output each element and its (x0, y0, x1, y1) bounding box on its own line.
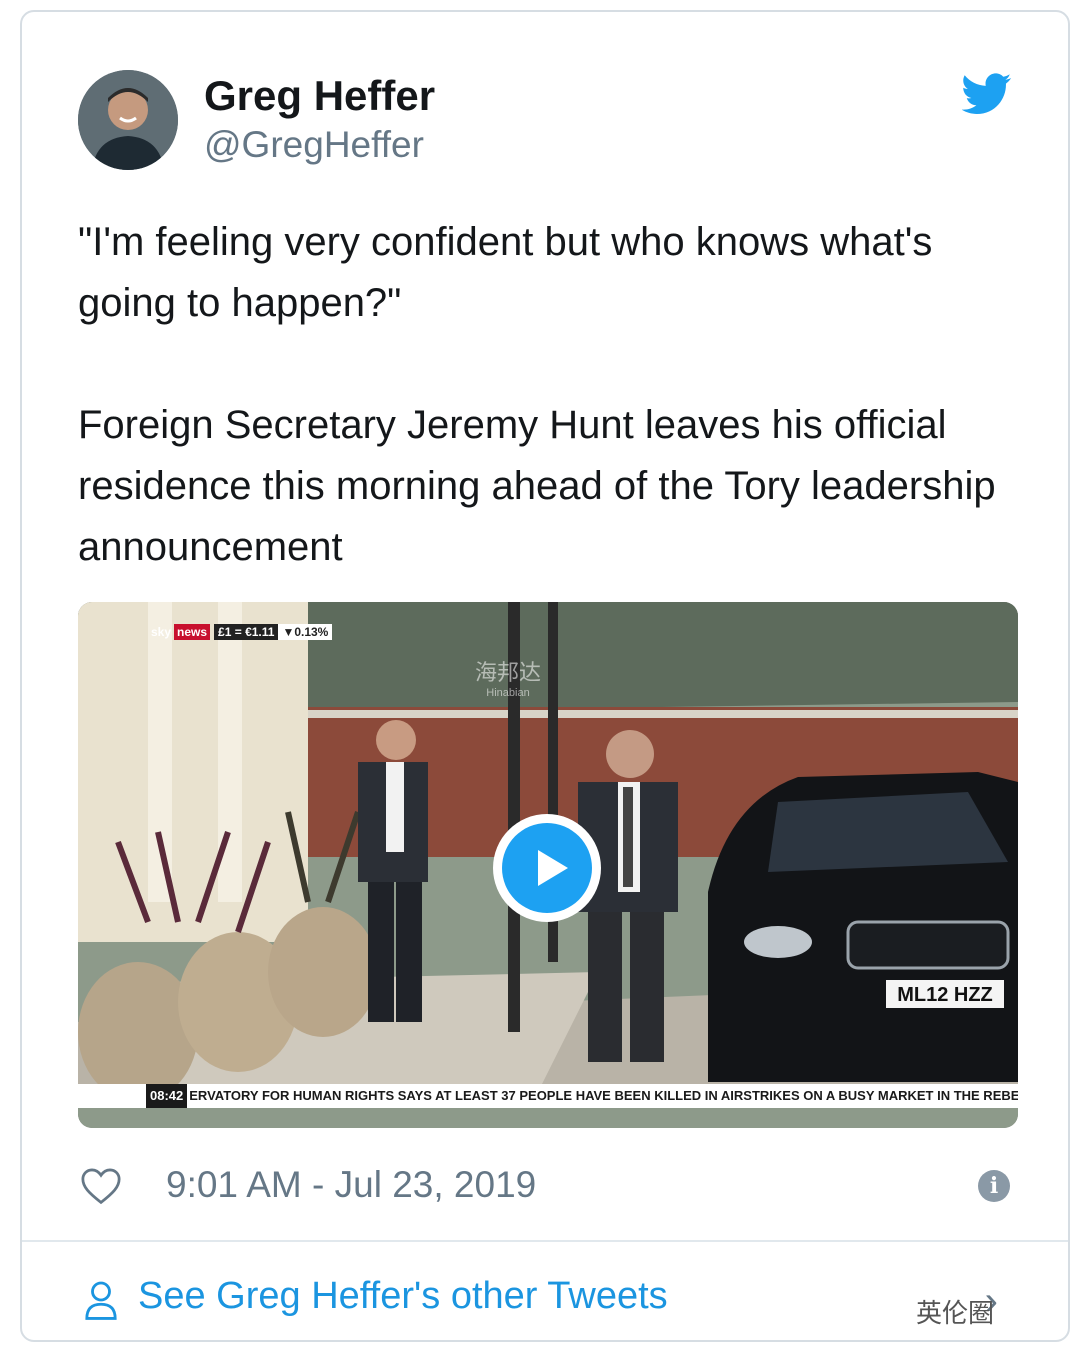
license-plate: ML12 HZZ (897, 984, 993, 1006)
play-button[interactable] (493, 814, 601, 922)
news-ticker: 08:42 ERVATORY FOR HUMAN RIGHTS SAYS AT L… (78, 1084, 1018, 1108)
divider (22, 1240, 1068, 1242)
video-player[interactable]: ML12 HZZ 海邦达 Hinabian sky news £1 = €1.1… (78, 602, 1018, 1128)
ticker-time: 08:42 (146, 1084, 188, 1108)
tweet-timestamp[interactable]: 9:01 AM - Jul 23, 2019 (166, 1164, 536, 1206)
play-icon[interactable] (502, 823, 592, 913)
avatar[interactable] (78, 70, 178, 170)
footer[interactable]: See Greg Heffer's other Tweets › 英伦圈 (78, 1267, 1018, 1329)
tweet-quote: "I'm feeling very confident but who know… (78, 220, 933, 325)
media-watermark: 海邦达 (475, 661, 541, 686)
tweet-caption: Foreign Secretary Jeremy Hunt leaves his… (78, 403, 996, 569)
sky-brand: sky (151, 625, 172, 639)
footer-watermark: 英伦圈 (915, 1299, 994, 1329)
info-icon[interactable]: i (978, 1170, 1010, 1202)
media-watermark-latin: Hinabian (486, 687, 529, 699)
author-handle[interactable]: @GregHeffer (204, 124, 424, 166)
sky-news-label: news (174, 624, 211, 640)
twitter-bird-icon[interactable] (962, 72, 1012, 116)
author-name[interactable]: Greg Heffer (204, 72, 435, 120)
heart-icon[interactable] (80, 1167, 122, 1205)
fx-rate: £1 = €1.11 (214, 624, 279, 640)
other-tweets-link[interactable]: See Greg Heffer's other Tweets (138, 1275, 668, 1318)
tweet-card: Greg Heffer @GregHeffer "I'm feeling ver… (20, 10, 1070, 1342)
fx-change: ▼0.13% (278, 624, 333, 640)
tweet-meta: 9:01 AM - Jul 23, 2019 i (78, 1162, 1018, 1212)
tweet-text: "I'm feeling very confident but who know… (78, 212, 1038, 578)
sky-news-bug: sky news £1 = €1.11 ▼0.13% (148, 624, 333, 640)
ticker-text: ERVATORY FOR HUMAN RIGHTS SAYS AT LEAST … (189, 1088, 1018, 1103)
person-icon (85, 1281, 117, 1320)
